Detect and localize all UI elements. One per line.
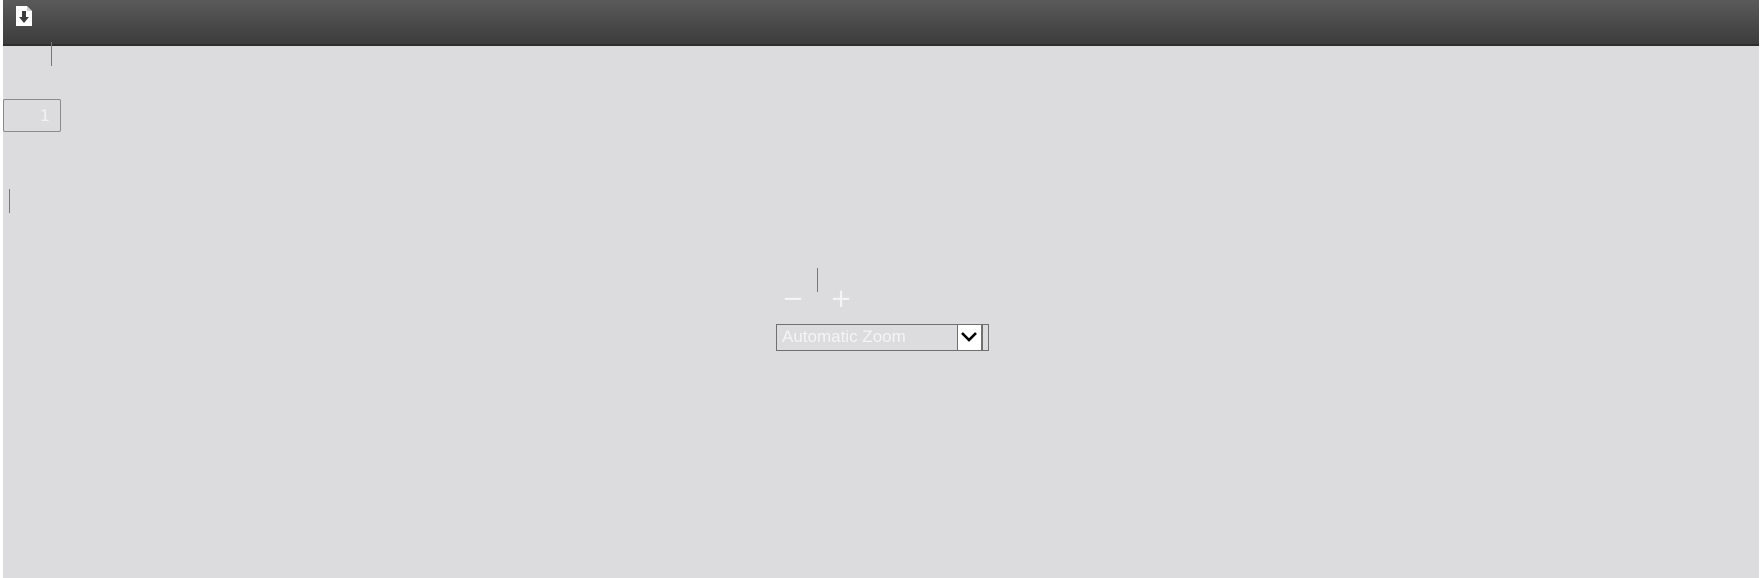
zoom-out-button[interactable]: −: [780, 286, 806, 312]
zoom-separator: [817, 268, 818, 292]
toolbar-separator: [51, 42, 52, 66]
download-icon: [16, 6, 32, 26]
sidebar-separator: [9, 189, 10, 213]
pdf-viewer: − + Automatic Zoom: [3, 0, 1759, 578]
zoom-select-value: Automatic Zoom: [782, 327, 906, 346]
chevron-down-icon: [957, 325, 983, 350]
download-button[interactable]: [12, 4, 36, 28]
toolbar: [3, 0, 1759, 46]
zoom-in-button[interactable]: +: [828, 286, 854, 312]
page-number-input[interactable]: [3, 99, 61, 132]
zoom-select[interactable]: Automatic Zoom: [776, 324, 989, 351]
